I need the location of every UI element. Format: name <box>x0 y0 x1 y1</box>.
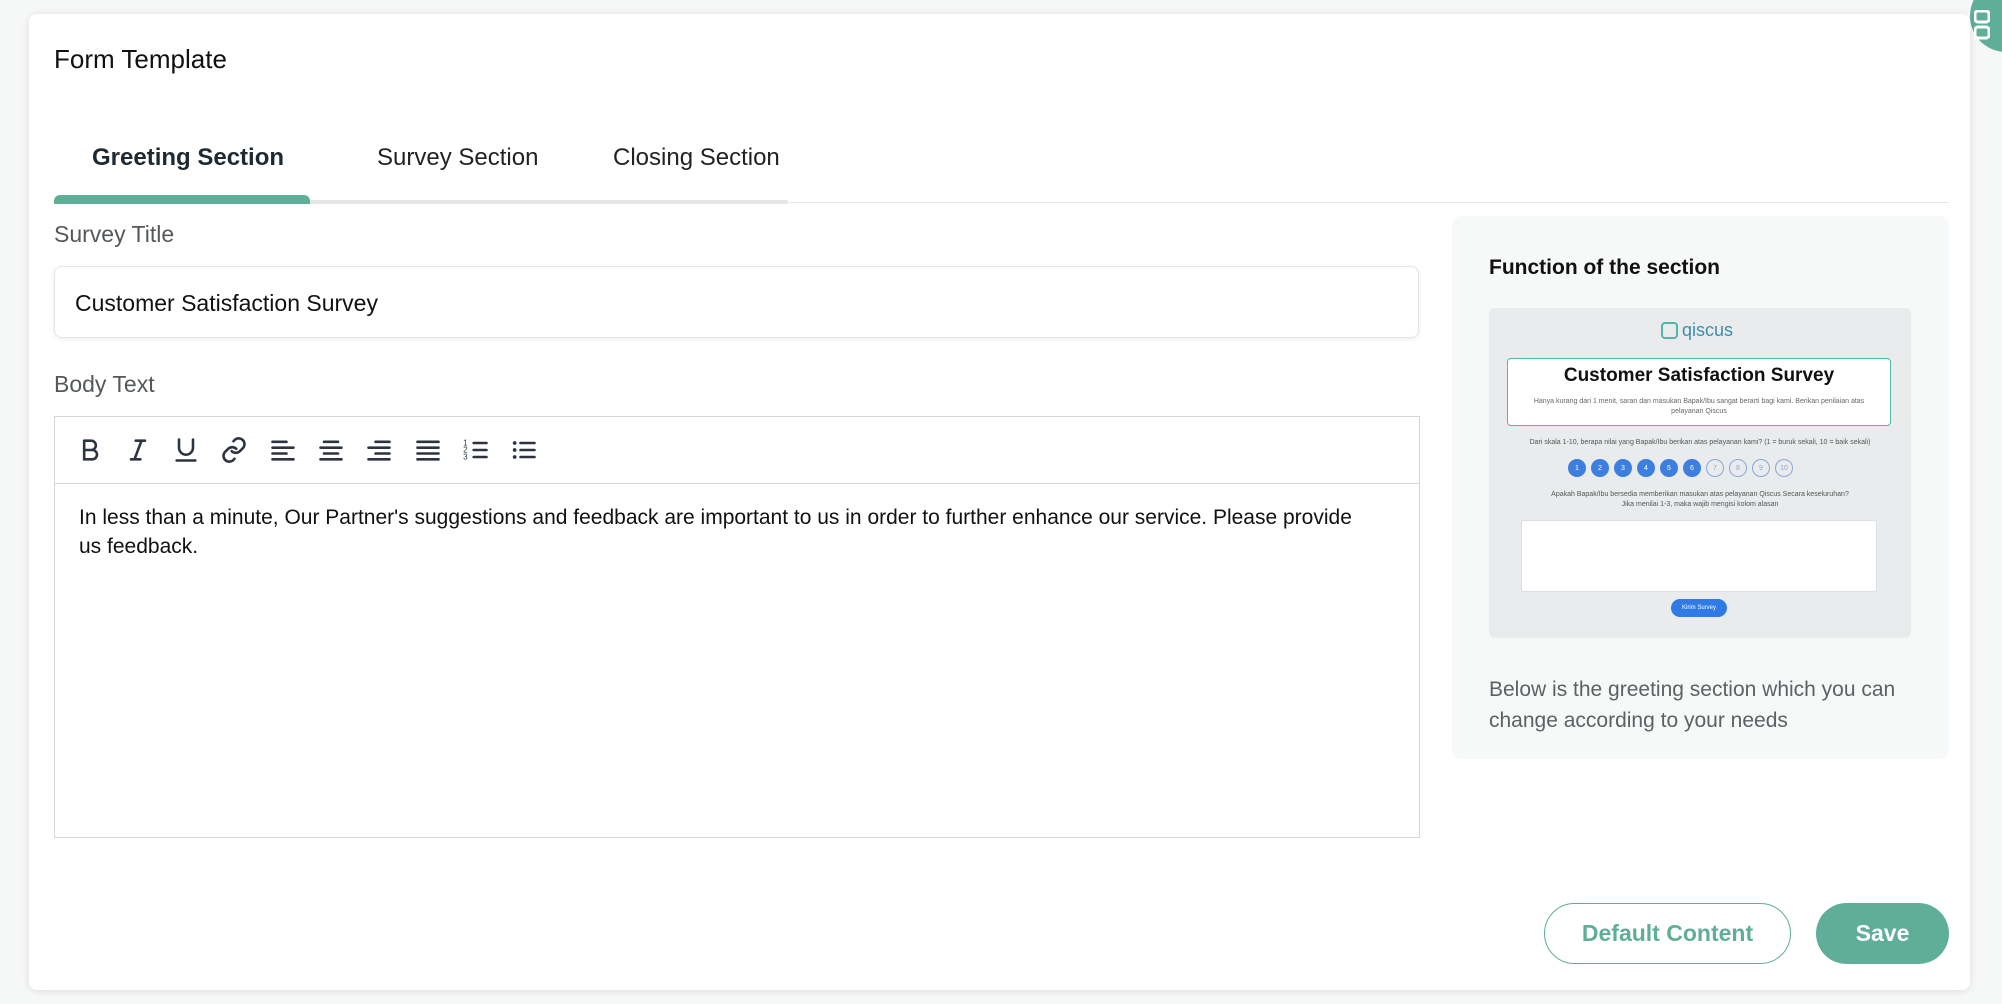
corner-widget-button[interactable] <box>1970 0 2002 52</box>
preview-feedback-textarea <box>1521 520 1877 592</box>
preview-scale-dot: 2 <box>1591 459 1609 477</box>
preview-greeting-box: Customer Satisfaction Survey Hanya kuran… <box>1507 358 1891 426</box>
save-button[interactable]: Save <box>1816 903 1949 964</box>
tab-survey-section[interactable]: Survey Section <box>377 144 538 172</box>
align-center-icon <box>319 440 343 461</box>
editor-toolbar: 123 <box>55 417 1419 484</box>
body-text-label: Body Text <box>54 371 155 397</box>
info-panel-title: Function of the section <box>1489 256 1720 279</box>
preview-question-2-line-1: Apakah Bapak/Ibu bersedia memberikan mas… <box>1551 491 1849 498</box>
greeting-preview-image: qiscus Customer Satisfaction Survey Hany… <box>1489 308 1911 638</box>
align-justify-icon <box>416 440 440 461</box>
bullet-list-icon <box>512 441 536 459</box>
preview-rating-scale: 1 2 3 4 5 6 7 8 9 10 <box>1568 459 1793 477</box>
editor-content[interactable]: In less than a minute, Our Partner's sug… <box>79 503 1379 561</box>
preview-scale-dot: 3 <box>1614 459 1632 477</box>
survey-title-label: Survey Title <box>54 221 175 247</box>
preview-subtext: Hanya kurang dari 1 menit, saran dan mas… <box>1533 398 1865 415</box>
align-center-button[interactable] <box>316 435 346 465</box>
apps-icon <box>1974 10 1990 40</box>
section-tabs: Greeting Section Survey Section Closing … <box>54 106 1949 206</box>
active-tab-indicator <box>54 195 310 204</box>
preview-scale-dot: 9 <box>1752 459 1770 477</box>
qiscus-logo: qiscus <box>1661 320 1733 341</box>
body-text-editor[interactable]: 123 In less than a minute, Our Partner's… <box>54 416 1420 838</box>
survey-title-value: Customer Satisfaction Survey <box>75 290 378 316</box>
qiscus-logo-icon <box>1661 322 1678 339</box>
ordered-list-icon: 123 <box>463 438 488 461</box>
align-justify-button[interactable] <box>413 435 443 465</box>
underline-icon <box>175 438 197 462</box>
italic-icon <box>129 439 147 461</box>
bold-icon <box>82 439 99 461</box>
align-left-button[interactable] <box>268 435 298 465</box>
preview-scale-dot: 6 <box>1683 459 1701 477</box>
preview-scale-dot: 5 <box>1660 459 1678 477</box>
section-info-panel: Function of the section qiscus Customer … <box>1452 216 1949 759</box>
svg-text:3: 3 <box>463 452 468 461</box>
tab-closing-section[interactable]: Closing Section <box>613 144 780 172</box>
form-template-card: Form Template Greeting Section Survey Se… <box>29 14 1970 990</box>
preview-question-1: Dari skala 1-10, berapa nilai yang Bapak… <box>1529 439 1871 446</box>
preview-scale-dot: 10 <box>1775 459 1793 477</box>
preview-question-2: Apakah Bapak/Ibu bersedia memberikan mas… <box>1529 490 1871 510</box>
preview-submit-button: Kirim Survey <box>1671 599 1727 617</box>
align-left-icon <box>271 440 295 461</box>
link-button[interactable] <box>219 435 249 465</box>
italic-button[interactable] <box>123 435 153 465</box>
preview-scale-dot: 1 <box>1568 459 1586 477</box>
underline-button[interactable] <box>171 435 201 465</box>
bullet-list-button[interactable] <box>509 435 539 465</box>
preview-scale-dot: 4 <box>1637 459 1655 477</box>
preview-scale-dot: 8 <box>1729 459 1747 477</box>
survey-title-input[interactable]: Customer Satisfaction Survey <box>54 266 1419 338</box>
link-icon <box>222 437 246 463</box>
info-panel-description: Below is the greeting section which you … <box>1489 678 1896 732</box>
ordered-list-button[interactable]: 123 <box>461 435 491 465</box>
preview-scale-dot: 7 <box>1706 459 1724 477</box>
bold-button[interactable] <box>75 435 105 465</box>
preview-heading: Customer Satisfaction Survey <box>1563 365 1835 386</box>
align-right-button[interactable] <box>364 435 394 465</box>
default-content-button[interactable]: Default Content <box>1544 903 1791 964</box>
tab-greeting-section[interactable]: Greeting Section <box>92 144 284 172</box>
align-right-icon <box>367 440 391 461</box>
page-title: Form Template <box>54 44 227 74</box>
preview-question-2-line-2: Jika menilai 1-3, maka wajib mengisi kol… <box>1621 501 1779 508</box>
